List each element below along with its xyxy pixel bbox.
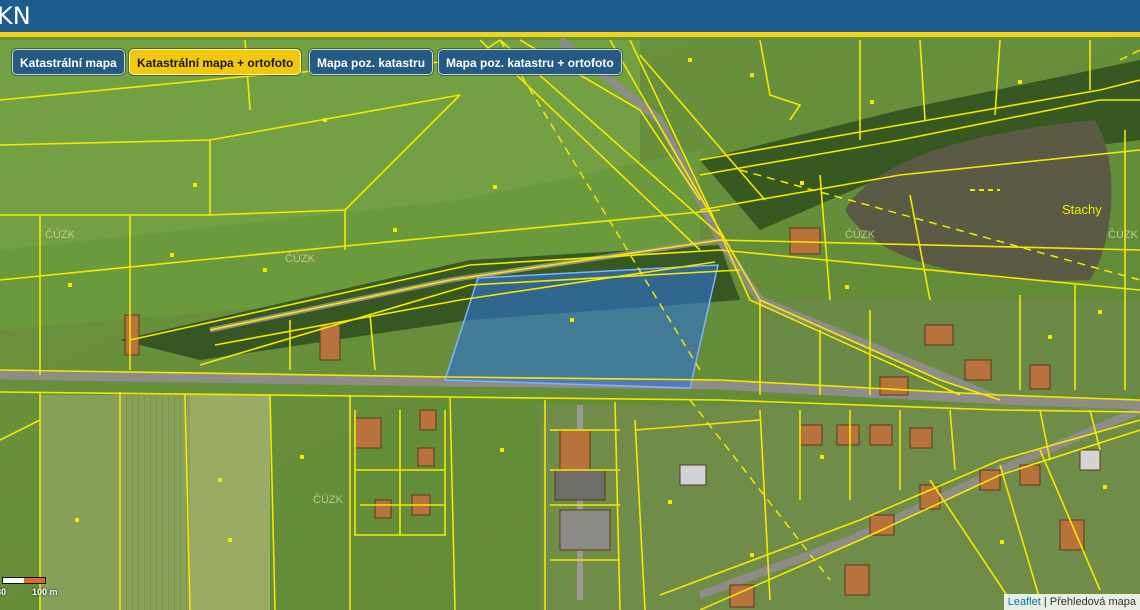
house <box>419 409 437 431</box>
house <box>124 314 140 356</box>
house <box>374 499 392 519</box>
scale-bar: 80 100 m <box>0 575 66 605</box>
house <box>924 324 954 346</box>
house <box>1079 449 1101 471</box>
field-strip-west <box>120 395 190 610</box>
cuzk-watermark: ČÚZK <box>1108 228 1139 241</box>
house <box>844 564 870 596</box>
layer-button-katastralni-mapa[interactable]: Katastrální mapa <box>12 49 125 75</box>
app-title: KN <box>0 2 31 30</box>
house <box>964 359 992 381</box>
house <box>319 324 341 361</box>
scale-label-left: 80 <box>0 587 7 597</box>
house <box>909 427 933 449</box>
house <box>919 484 941 510</box>
house <box>836 424 860 446</box>
overview-map-link[interactable]: Přehledová mapa <box>1050 596 1136 608</box>
map-attribution: Leaflet | Přehledová mapa <box>1003 594 1140 610</box>
layer-button-mapa-poz-katastru[interactable]: Mapa poz. katastru <box>309 49 434 75</box>
cuzk-watermark: ČÚZK <box>285 252 316 265</box>
house <box>1029 364 1051 390</box>
map-svg[interactable]: ČÚZK ČÚZK ČÚZK ČÚZK ČÚZK Stachy <box>0 37 1140 610</box>
field-strip-mid <box>190 395 270 610</box>
layer-button-katastralni-mapa-ortofoto[interactable]: Katastrální mapa + ortofoto <box>129 49 302 75</box>
cuzk-watermark: ČÚZK <box>845 228 876 241</box>
house <box>417 447 435 467</box>
cuzk-watermark: ČÚZK <box>313 493 344 506</box>
layer-button-mapa-poz-katastru-ortofoto[interactable]: Mapa poz. katastru + ortofoto <box>438 49 622 75</box>
app-header: KN <box>0 0 1140 37</box>
house <box>559 509 611 551</box>
scale-bar-graphic <box>2 577 46 584</box>
cuzk-watermark: ČÚZK <box>45 228 76 241</box>
house <box>879 376 909 396</box>
place-label: Stachy <box>1062 202 1102 217</box>
attribution-separator: | <box>1043 596 1047 608</box>
house <box>869 424 893 446</box>
map-canvas[interactable]: ČÚZK ČÚZK ČÚZK ČÚZK ČÚZK Stachy <box>0 37 1140 610</box>
leaflet-link[interactable]: Leaflet <box>1008 596 1041 608</box>
house <box>354 417 382 449</box>
house <box>799 424 823 446</box>
house <box>559 429 591 471</box>
house <box>869 514 895 536</box>
house <box>554 469 606 501</box>
house <box>679 464 707 486</box>
scale-label-right: 100 m <box>32 587 58 597</box>
